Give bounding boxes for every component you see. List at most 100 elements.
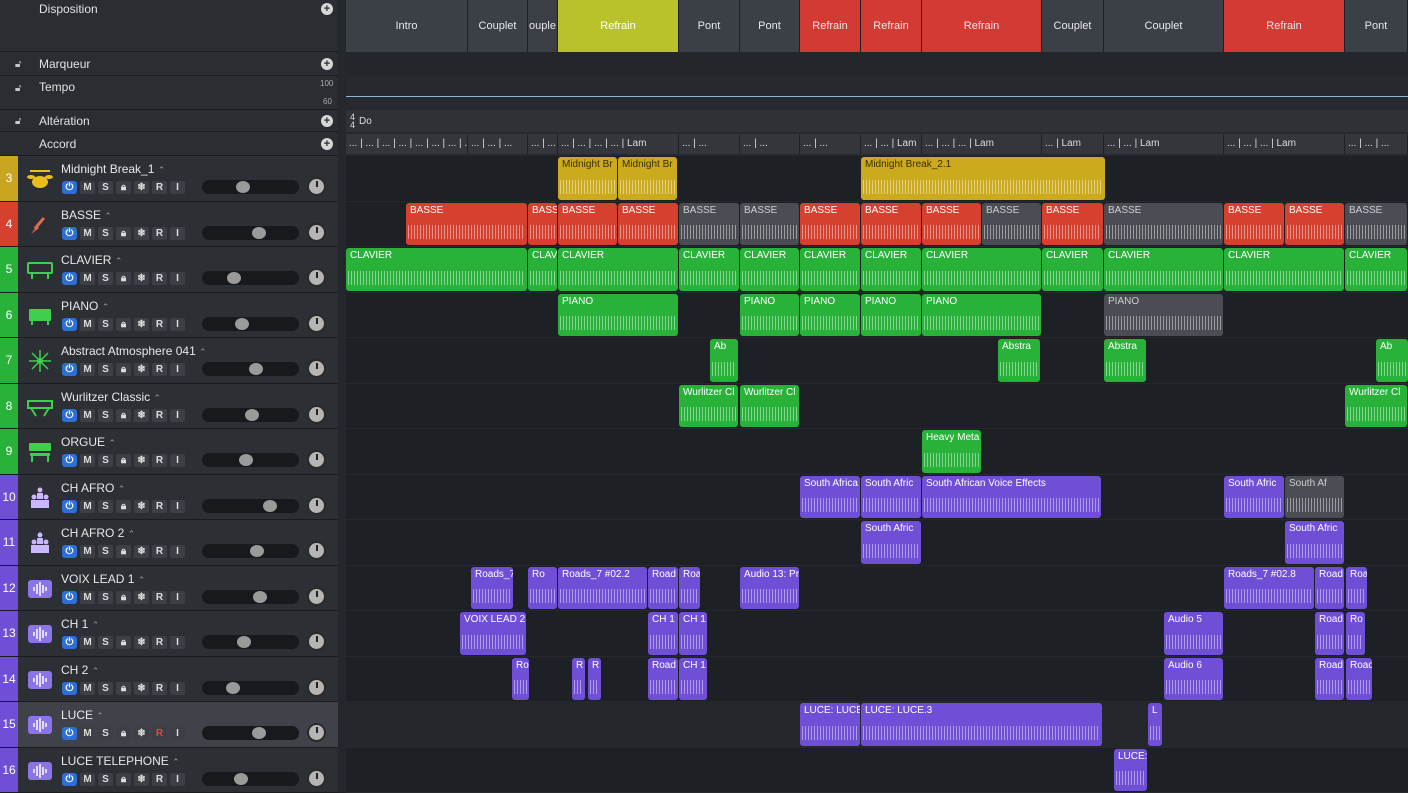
chord-segment[interactable]: ... | ... <box>740 134 800 154</box>
region[interactable]: VOIX LEAD 2 <box>460 612 526 655</box>
region[interactable]: LUCE: <box>1114 749 1147 792</box>
volume-fader[interactable] <box>202 590 299 604</box>
choir-icon[interactable] <box>25 483 55 513</box>
volume-fader-knob[interactable] <box>236 181 250 193</box>
power-button[interactable]: ⏻ <box>62 454 77 467</box>
track-header-16[interactable]: 16LUCE TELEPHONE ⌃⏻MS🔒︎❄RI <box>0 748 338 793</box>
region[interactable]: CLAV <box>528 248 557 291</box>
piano-icon[interactable] <box>25 301 55 331</box>
input-monitor-button[interactable]: I <box>170 318 185 331</box>
lock-icon[interactable]: 🔓︎ <box>15 59 27 69</box>
chord-segment[interactable]: ... | ... <box>800 134 861 154</box>
region[interactable]: Road <box>648 658 678 701</box>
region[interactable]: South Afric <box>861 476 921 519</box>
mute-button[interactable]: M <box>80 727 95 740</box>
lock-icon[interactable]: 🔒︎ <box>116 500 131 513</box>
region[interactable]: R <box>572 658 585 701</box>
power-button[interactable]: ⏻ <box>62 318 77 331</box>
freeze-button[interactable]: ❄ <box>134 636 149 649</box>
freeze-button[interactable]: ❄ <box>134 409 149 422</box>
record-button[interactable]: R <box>152 409 167 422</box>
pan-knob[interactable] <box>307 223 326 242</box>
track-header-9[interactable]: 9ORGUE ⌃⏻MS🔒︎❄RI <box>0 429 338 475</box>
track-name[interactable]: LUCE ⌃ <box>61 708 104 722</box>
track-name[interactable]: Midnight Break_1 ⌃ <box>61 162 165 176</box>
solo-button[interactable]: S <box>98 363 113 376</box>
region[interactable]: Road <box>1315 612 1344 655</box>
pan-knob[interactable] <box>307 541 326 560</box>
freeze-button[interactable]: ❄ <box>134 318 149 331</box>
region[interactable]: Road <box>648 567 678 610</box>
input-monitor-button[interactable]: I <box>170 363 185 376</box>
region[interactable]: South African Voice Effects <box>922 476 1101 519</box>
track-header-11[interactable]: 11CH AFRO 2 ⌃⏻MS🔒︎❄RI <box>0 520 338 566</box>
region[interactable]: Wurlitzer Cl <box>740 385 799 428</box>
region[interactable]: BASSE <box>861 203 921 246</box>
track-header-7[interactable]: 7Abstract Atmosphere 041 ⌃⏻MS🔒︎❄RI <box>0 338 338 384</box>
volume-fader-knob[interactable] <box>250 545 264 557</box>
region[interactable]: BASS <box>528 203 557 246</box>
lock-icon[interactable]: 🔒︎ <box>116 727 131 740</box>
volume-fader[interactable] <box>202 544 299 558</box>
chord-segment[interactable]: ... | ... | ... | Lam <box>1224 134 1345 154</box>
volume-fader-knob[interactable] <box>263 500 277 512</box>
region[interactable]: BASSE <box>1224 203 1284 246</box>
freeze-button[interactable]: ❄ <box>134 591 149 604</box>
mute-button[interactable]: M <box>80 500 95 513</box>
region[interactable]: CLAVIER <box>679 248 739 291</box>
region[interactable]: PIANO <box>800 294 860 337</box>
track-name[interactable]: PIANO ⌃ <box>61 299 109 313</box>
section-refrain[interactable]: Refrain <box>922 0 1042 52</box>
solo-button[interactable]: S <box>98 318 113 331</box>
waveform-icon[interactable] <box>25 619 55 649</box>
region[interactable]: LUCE: LUCE.3 <box>861 703 1102 746</box>
chord-segment[interactable]: ... | ... | ... <box>468 134 528 154</box>
organ-icon[interactable] <box>25 437 55 467</box>
solo-button[interactable]: S <box>98 773 113 786</box>
solo-button[interactable]: S <box>98 454 113 467</box>
section-ouple[interactable]: ouple <box>528 0 558 52</box>
region[interactable]: Road <box>1315 567 1344 610</box>
mute-button[interactable]: M <box>80 318 95 331</box>
region[interactable]: Ab <box>710 339 738 382</box>
track-name[interactable]: CLAVIER ⌃ <box>61 253 122 267</box>
power-button[interactable]: ⏻ <box>62 773 77 786</box>
volume-fader-knob[interactable] <box>237 636 251 648</box>
mute-button[interactable]: M <box>80 363 95 376</box>
region[interactable]: LUCE: LUCE <box>800 703 860 746</box>
mute-button[interactable]: M <box>80 636 95 649</box>
region[interactable]: Audio 6 <box>1164 658 1223 701</box>
track-header-12[interactable]: 12VOIX LEAD 1 ⌃⏻MS🔒︎❄RI <box>0 566 338 612</box>
lock-icon[interactable]: 🔒︎ <box>116 591 131 604</box>
track-name[interactable]: CH AFRO 2 ⌃ <box>61 526 135 540</box>
lock-icon[interactable]: 🔒︎ <box>116 318 131 331</box>
chevron-updown-icon[interactable]: ⌃ <box>118 484 126 494</box>
add-marker-icon[interactable]: + <box>321 58 333 70</box>
power-button[interactable]: ⏻ <box>62 591 77 604</box>
lock-icon[interactable]: 🔓︎ <box>15 116 27 126</box>
chord-segment[interactable]: ... | ... | Lam <box>1104 134 1224 154</box>
track-name[interactable]: LUCE TELEPHONE ⌃ <box>61 754 180 768</box>
track-name[interactable]: BASSE ⌃ <box>61 208 112 222</box>
chord-segment[interactable]: ... | ... | ... | ... | ... | ... | ... … <box>346 134 468 154</box>
region[interactable]: South Afric <box>1285 521 1344 564</box>
track-header-8[interactable]: 8Wurlitzer Classic ⌃⏻MS🔒︎❄RI <box>0 384 338 430</box>
freeze-button[interactable]: ❄ <box>134 181 149 194</box>
volume-fader-knob[interactable] <box>252 227 266 239</box>
freeze-button[interactable]: ❄ <box>134 545 149 558</box>
volume-fader[interactable] <box>202 772 299 786</box>
region[interactable]: Ro <box>528 567 557 610</box>
record-button[interactable]: R <box>152 500 167 513</box>
pan-knob[interactable] <box>307 177 326 196</box>
region[interactable]: Roads_7 <box>471 567 513 610</box>
region[interactable]: Abstra <box>1104 339 1146 382</box>
region[interactable]: PIANO <box>1104 294 1223 337</box>
track-header-13[interactable]: 13CH 1 ⌃⏻MS🔒︎❄RI <box>0 611 338 657</box>
lock-icon[interactable]: 🔒︎ <box>116 181 131 194</box>
input-monitor-button[interactable]: I <box>170 591 185 604</box>
region[interactable]: CLAVIER <box>922 248 1041 291</box>
input-monitor-button[interactable]: I <box>170 545 185 558</box>
region[interactable]: CH 1 <box>679 658 707 701</box>
region[interactable]: PIANO <box>558 294 678 337</box>
chord-segment[interactable]: ... | ... <box>528 134 558 154</box>
